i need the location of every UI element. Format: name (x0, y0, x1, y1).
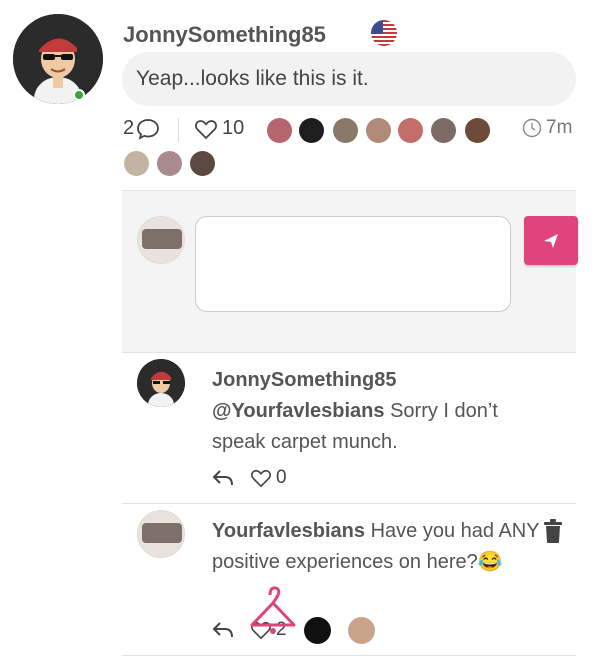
comment-author-avatar[interactable] (137, 510, 185, 558)
trash-icon (541, 519, 565, 548)
liker-avatar[interactable] (431, 118, 456, 143)
like-button[interactable]: 10 (194, 117, 244, 140)
online-status-dot (73, 89, 85, 101)
like-count: 10 (222, 117, 245, 139)
comment-username[interactable]: Yourfavlesbians (212, 520, 365, 542)
us-flag-icon (371, 20, 397, 46)
post-time: 7m (546, 117, 573, 138)
current-user-avatar[interactable] (137, 216, 185, 264)
hanger-icon (248, 585, 298, 637)
heart-icon[interactable] (250, 468, 272, 488)
comment-icon (136, 118, 160, 140)
delete-comment-button[interactable] (541, 518, 565, 544)
send-button[interactable] (524, 216, 578, 265)
liker-avatar[interactable] (124, 151, 149, 176)
post-author-avatar[interactable] (13, 14, 103, 104)
comment-divider (122, 503, 576, 504)
comment-like-count: 0 (276, 467, 287, 488)
liker-avatar[interactable] (267, 118, 292, 143)
liker-avatar[interactable] (348, 617, 375, 644)
liker-avatar[interactable] (157, 151, 182, 176)
comment-count-button[interactable]: 2 (123, 117, 160, 140)
comment-divider (122, 655, 576, 656)
clock-icon (522, 118, 542, 138)
liker-avatar[interactable] (333, 118, 358, 143)
liker-avatar[interactable] (465, 118, 490, 143)
comment-actions: 0 (212, 467, 287, 489)
comment-username[interactable]: JonnySomething85 (212, 369, 396, 391)
post-timestamp: 7m (522, 117, 572, 139)
post-author-username[interactable]: JonnySomething85 (123, 22, 326, 48)
comment-author-avatar[interactable] (137, 359, 185, 407)
liker-avatar[interactable] (366, 118, 391, 143)
comment-body: JonnySomething85 @Yourfavlesbians Sorry … (212, 365, 552, 458)
comment-mention[interactable]: @Yourfavlesbians (212, 400, 385, 422)
reply-icon[interactable] (212, 620, 234, 640)
liker-avatar[interactable] (299, 118, 324, 143)
reply-icon[interactable] (212, 468, 234, 488)
comment-count: 2 (123, 117, 135, 139)
comment-body: Yourfavlesbians Have you had ANY positiv… (212, 516, 552, 578)
heart-icon (194, 118, 218, 140)
stats-divider (178, 118, 179, 142)
liker-avatar[interactable] (398, 118, 423, 143)
liker-avatar[interactable] (190, 151, 215, 176)
post-message-text: Yeap...looks like this is it. (136, 67, 369, 90)
reply-input[interactable] (195, 216, 511, 312)
comment-divider (122, 352, 576, 353)
send-icon (542, 232, 560, 250)
liker-avatar[interactable] (304, 617, 331, 644)
